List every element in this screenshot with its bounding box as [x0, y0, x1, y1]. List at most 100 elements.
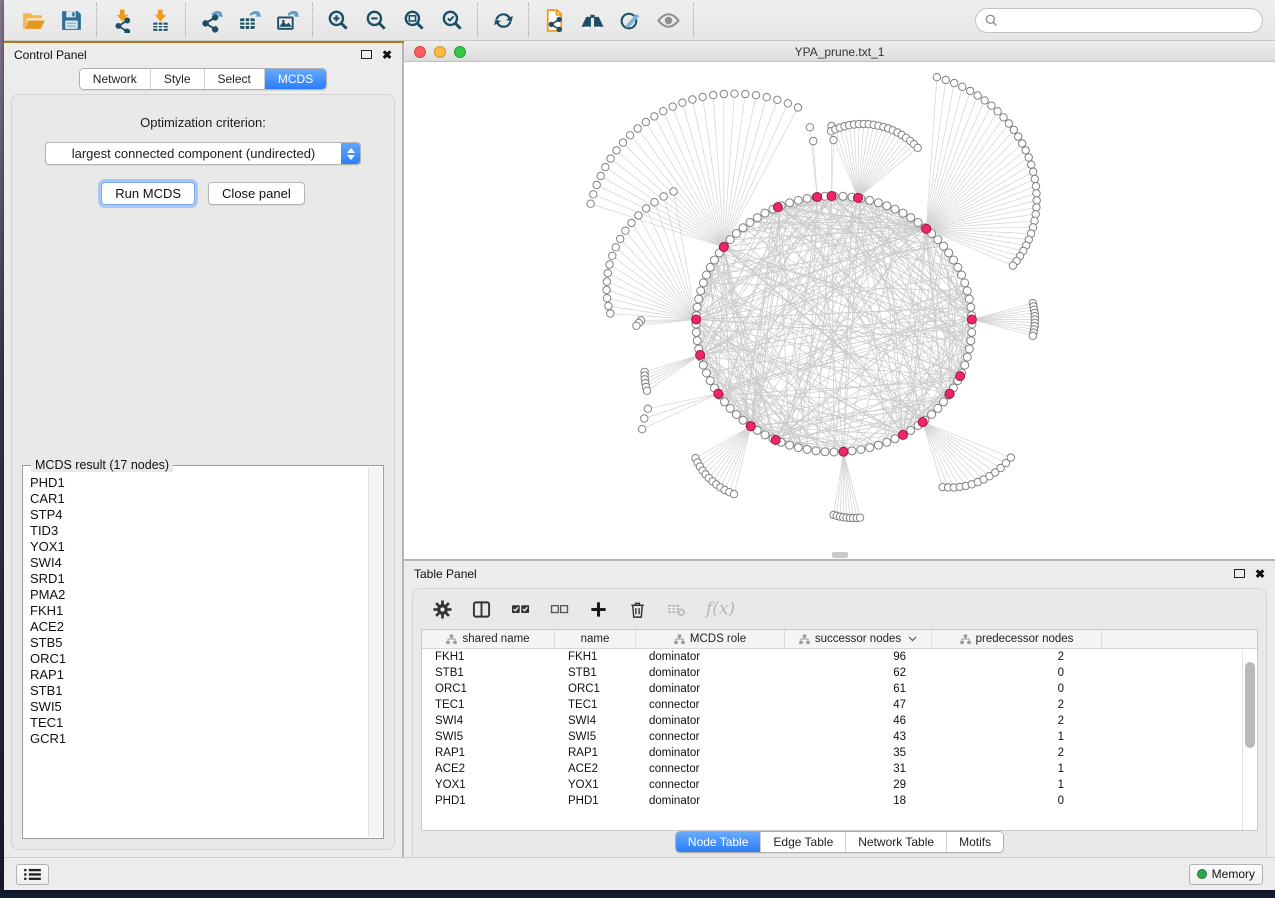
import-table-button[interactable]: [144, 5, 176, 35]
mcds-result-item[interactable]: STB5: [30, 635, 368, 651]
close-panel-button[interactable]: Close panel: [208, 182, 305, 205]
control-panel-close-button[interactable]: ✖: [382, 49, 392, 61]
export-table-button[interactable]: [233, 5, 265, 35]
cell: dominator: [636, 795, 785, 807]
search-network-button[interactable]: [576, 5, 608, 35]
mcds-result-item[interactable]: TEC1: [30, 715, 368, 731]
node-table-header: shared namenameMCDS rolesuccessor nodesp…: [422, 630, 1257, 649]
cell: SWI4: [422, 715, 555, 727]
table-row[interactable]: ORC1ORC1dominator610: [422, 681, 1257, 697]
task-history-button[interactable]: [16, 864, 49, 885]
tab-network-table[interactable]: Network Table: [845, 832, 946, 852]
network-window-titlebar[interactable]: YPA_prune.txt_1: [404, 42, 1275, 62]
function-button[interactable]: f(x): [706, 599, 735, 619]
zoom-window-icon[interactable]: [454, 46, 466, 58]
refresh-button[interactable]: [487, 5, 519, 35]
cell: STB1: [555, 667, 636, 679]
column-header-shared-name[interactable]: shared name: [422, 630, 555, 648]
cell: 0: [932, 667, 1102, 679]
mcds-result-item[interactable]: YOX1: [30, 539, 368, 555]
zoom-fit-button[interactable]: [398, 5, 430, 35]
mcds-result-item[interactable]: SWI4: [30, 555, 368, 571]
save-button[interactable]: [55, 5, 87, 35]
table-row[interactable]: SWI4SWI4dominator462: [422, 713, 1257, 729]
tab-edge-table[interactable]: Edge Table: [760, 832, 845, 852]
mcds-result-item[interactable]: SRD1: [30, 571, 368, 587]
import-network-button[interactable]: [106, 5, 138, 35]
table-panel-float-button[interactable]: [1234, 569, 1255, 578]
select-all-button[interactable]: [511, 600, 530, 619]
export-image-icon: [275, 8, 300, 33]
column-header-predecessor-nodes[interactable]: predecessor nodes: [932, 630, 1102, 648]
column-header-successor-nodes[interactable]: successor nodes: [785, 630, 932, 648]
mcds-result-item[interactable]: TID3: [30, 523, 368, 539]
table-row[interactable]: SWI5SWI5connector431: [422, 729, 1257, 745]
table-scrollbar[interactable]: [1242, 649, 1257, 830]
close-icon: ✖: [1255, 568, 1265, 580]
export-image-button[interactable]: [271, 5, 303, 35]
tab-style[interactable]: Style: [150, 69, 204, 89]
column-header-name[interactable]: name: [555, 630, 636, 648]
gear-button[interactable]: [433, 600, 452, 619]
tab-network[interactable]: Network: [80, 69, 150, 89]
mcds-result-list[interactable]: PHD1CAR1STP4TID3YOX1SWI4SRD1PMA2FKH1ACE2…: [24, 467, 368, 837]
zoom-in-button[interactable]: [322, 5, 354, 35]
export-network-button[interactable]: [195, 5, 227, 35]
mcds-result-item[interactable]: ORC1: [30, 651, 368, 667]
columns-button[interactable]: [472, 600, 491, 619]
close-window-icon[interactable]: [414, 46, 426, 58]
network-from-document-button[interactable]: [538, 5, 570, 35]
search-input[interactable]: [1004, 13, 1253, 27]
zoom-out-button[interactable]: [360, 5, 392, 35]
run-mcds-button[interactable]: Run MCDS: [101, 182, 195, 205]
minimize-window-icon[interactable]: [434, 46, 446, 58]
network-hscroll-thumb[interactable]: [832, 552, 848, 558]
mcds-result-item[interactable]: RAP1: [30, 667, 368, 683]
optimization-criterion-select[interactable]: largest connected component (undirected): [45, 142, 361, 165]
column-header-MCDS-role[interactable]: MCDS role: [636, 630, 785, 648]
delete-table-button[interactable]: [667, 600, 686, 619]
table-row[interactable]: STB1STB1dominator620: [422, 665, 1257, 681]
search-box[interactable]: [975, 8, 1263, 33]
clear-selection-button[interactable]: [550, 600, 569, 619]
cell: 1: [932, 731, 1102, 743]
mcds-result-item[interactable]: STP4: [30, 507, 368, 523]
delete-icon: [628, 600, 647, 619]
mcds-result-item[interactable]: SWI5: [30, 699, 368, 715]
cell: 1: [932, 779, 1102, 791]
show-hide-button[interactable]: [652, 5, 684, 35]
mcds-result-box: MCDS result (17 nodes) PHD1CAR1STP4TID3Y…: [22, 465, 384, 839]
delete-button[interactable]: [628, 600, 647, 619]
mcds-result-item[interactable]: GCR1: [30, 731, 368, 747]
tab-node-table[interactable]: Node Table: [676, 832, 761, 852]
cell: dominator: [636, 747, 785, 759]
add-button[interactable]: [589, 600, 608, 619]
tab-motifs[interactable]: Motifs: [946, 832, 1003, 852]
open-file-button[interactable]: [17, 5, 49, 35]
mcds-result-item[interactable]: CAR1: [30, 491, 368, 507]
zoom-selected-button[interactable]: [436, 5, 468, 35]
table-row[interactable]: RAP1RAP1dominator352: [422, 745, 1257, 761]
control-panel-float-button[interactable]: [361, 50, 382, 59]
tab-mcds[interactable]: MCDS: [264, 69, 326, 89]
table-row[interactable]: ACE2ACE2connector311: [422, 761, 1257, 777]
mcds-result-item[interactable]: STB1: [30, 683, 368, 699]
mcds-result-item[interactable]: FKH1: [30, 603, 368, 619]
table-scrollbar-thumb[interactable]: [1245, 662, 1255, 748]
select-stepper-icon: [341, 143, 360, 164]
table-row[interactable]: TEC1TEC1connector472: [422, 697, 1257, 713]
table-row[interactable]: FKH1FKH1dominator962: [422, 649, 1257, 665]
table-row[interactable]: PHD1PHD1dominator180: [422, 793, 1257, 809]
table-panel-close-button[interactable]: ✖: [1255, 568, 1265, 580]
mcds-result-scrollbar[interactable]: [368, 467, 382, 837]
mcds-result-item[interactable]: PHD1: [30, 475, 368, 491]
network-graph[interactable]: [404, 62, 1268, 559]
mcds-result-item[interactable]: ACE2: [30, 619, 368, 635]
network-canvas[interactable]: [404, 62, 1275, 559]
control-panel-tab-bar: NetworkStyleSelectMCDS: [79, 68, 327, 90]
memory-button[interactable]: Memory: [1189, 864, 1263, 885]
mcds-result-item[interactable]: PMA2: [30, 587, 368, 603]
tab-select[interactable]: Select: [204, 69, 264, 89]
vizmap-button[interactable]: [614, 5, 646, 35]
table-row[interactable]: YOX1YOX1connector291: [422, 777, 1257, 793]
